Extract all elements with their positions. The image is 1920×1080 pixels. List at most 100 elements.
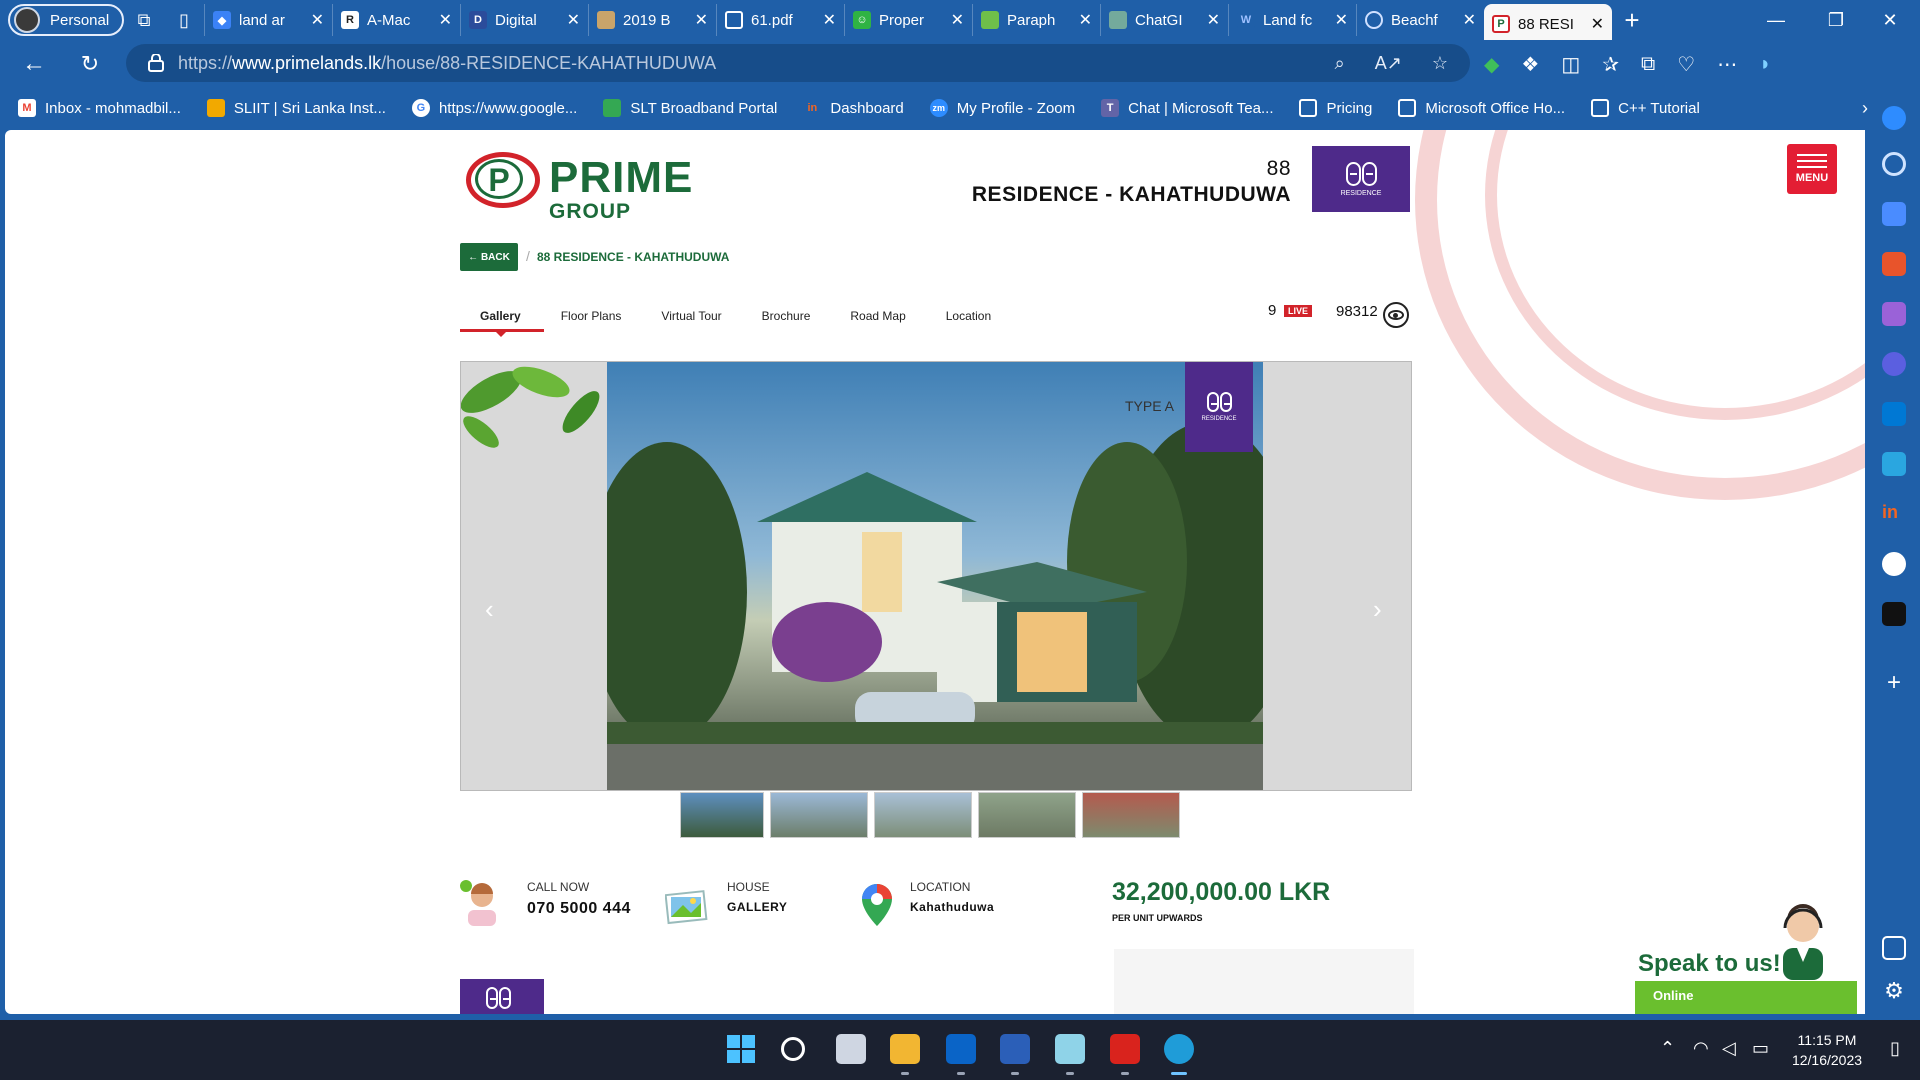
extensions-icon[interactable]: ❖: [1521, 52, 1539, 77]
tab-brochure[interactable]: Brochure: [742, 298, 831, 334]
bookmark-item[interactable]: M Inbox - mohmadbil...: [18, 99, 181, 117]
browser-tab[interactable]: ◆ land ar ✕: [204, 4, 332, 36]
browser-tab[interactable]: 2019 B ✕: [588, 4, 716, 36]
wifi-icon[interactable]: ◠: [1693, 1038, 1709, 1059]
bookmark-item[interactable]: Microsoft Office Ho...: [1398, 99, 1565, 117]
tab-road-map[interactable]: Road Map: [830, 298, 925, 334]
system-clock[interactable]: 11:15 PM 12/16/2023: [1782, 1030, 1872, 1070]
browser-tab[interactable]: R A-Mac ✕: [332, 4, 460, 36]
word-icon[interactable]: [1000, 1034, 1030, 1064]
back-arrow-icon[interactable]: ←: [12, 44, 56, 84]
chat-status[interactable]: Online: [1635, 981, 1857, 1014]
browser-tab[interactable]: Beachf ✕: [1356, 4, 1484, 36]
next-slide-icon[interactable]: ›: [1373, 594, 1382, 625]
task-view-icon[interactable]: [836, 1034, 866, 1064]
bookmark-item[interactable]: zm My Profile - Zoom: [929, 99, 1075, 117]
chat-title[interactable]: Speak to us!: [1638, 950, 1781, 978]
house-gallery-block[interactable]: HOUSE GALLERY: [727, 880, 787, 914]
in-app-icon[interactable]: in: [1882, 502, 1906, 526]
support-agent-avatar[interactable]: [1775, 904, 1831, 980]
search-icon[interactable]: [1882, 152, 1906, 176]
outlook-icon[interactable]: [946, 1034, 976, 1064]
telegram-icon[interactable]: [1882, 452, 1906, 476]
tab-actions-icon[interactable]: ▯: [164, 4, 204, 36]
notification-bell-icon[interactable]: [1882, 106, 1906, 130]
outlook-icon[interactable]: [1882, 402, 1906, 426]
back-button[interactable]: ← BACK: [460, 243, 518, 271]
chatgpt-app-icon[interactable]: [1882, 602, 1906, 626]
copilot-side-icon[interactable]: [1882, 352, 1906, 376]
minimize-icon[interactable]: —: [1746, 0, 1806, 40]
favorites-icon[interactable]: ✰: [1602, 52, 1619, 77]
collections-icon[interactable]: ⧉: [1641, 53, 1655, 76]
volume-icon[interactable]: ◁: [1722, 1038, 1736, 1059]
tab-location[interactable]: Location: [926, 298, 1011, 334]
file-explorer-icon[interactable]: [890, 1034, 920, 1064]
bookmark-item[interactable]: Ghttps://www.google...: [411, 99, 577, 117]
bookmark-item[interactable]: T Chat | Microsoft Tea...: [1101, 99, 1273, 117]
close-window-icon[interactable]: ✕: [1860, 0, 1920, 40]
restore-icon[interactable]: ❐: [1806, 0, 1866, 40]
tab-virtual-tour[interactable]: Virtual Tour: [641, 298, 741, 334]
settings-gear-icon[interactable]: ⚙: [1882, 980, 1906, 1004]
close-tab-icon[interactable]: ✕: [1591, 14, 1604, 34]
call-now-block[interactable]: CALL NOW 070 5000 444: [527, 880, 631, 918]
gallery-slider[interactable]: TYPE A RESIDENCE ‹ ›: [460, 361, 1412, 791]
close-tab-icon[interactable]: ✕: [695, 10, 708, 30]
workspaces-icon[interactable]: ⧉: [124, 4, 164, 36]
menu-button[interactable]: MENU: [1787, 144, 1837, 194]
close-tab-icon[interactable]: ✕: [951, 10, 964, 30]
tab-floor-plans[interactable]: Floor Plans: [541, 298, 642, 334]
refresh-icon[interactable]: ↻: [68, 44, 112, 84]
acrobat-icon[interactable]: [1110, 1034, 1140, 1064]
prime-group-logo[interactable]: P PRIME GROUP: [460, 152, 740, 230]
performance-icon[interactable]: ♡: [1677, 52, 1695, 77]
shopping-tag-icon[interactable]: [1882, 202, 1906, 226]
thumbnail[interactable]: [770, 792, 868, 838]
browser-tab[interactable]: ChatGI ✕: [1100, 4, 1228, 36]
close-tab-icon[interactable]: ✕: [823, 10, 836, 30]
browser-tab[interactable]: 61.pdf ✕: [716, 4, 844, 36]
thumbnail[interactable]: [978, 792, 1076, 838]
edge-icon[interactable]: [1164, 1034, 1194, 1064]
chevron-up-icon[interactable]: ⌃: [1660, 1038, 1675, 1059]
bookmark-item[interactable]: Pricing: [1299, 99, 1372, 117]
browser-tab[interactable]: D Digital ✕: [460, 4, 588, 36]
notepad-icon[interactable]: [1055, 1034, 1085, 1064]
favorite-star-icon[interactable]: ☆: [1432, 53, 1448, 74]
close-tab-icon[interactable]: ✕: [567, 10, 580, 30]
google-app-icon[interactable]: [1882, 552, 1906, 576]
bookmark-item[interactable]: in Dashboard: [803, 99, 904, 117]
browser-tab[interactable]: W Land fc ✕: [1228, 4, 1356, 36]
browser-tab[interactable]: ☺ Proper ✕: [844, 4, 972, 36]
thumbnail[interactable]: [874, 792, 972, 838]
thumbnail[interactable]: [680, 792, 764, 838]
windows-start-icon[interactable]: [726, 1034, 756, 1064]
thumbnail[interactable]: [1082, 792, 1180, 838]
more-menu-icon[interactable]: ⋯: [1717, 52, 1737, 77]
bookmark-item[interactable]: SLT Broadband Portal: [603, 99, 777, 117]
new-tab-button[interactable]: +: [1612, 5, 1652, 36]
close-tab-icon[interactable]: ✕: [311, 10, 324, 30]
shield-icon[interactable]: ◆: [1484, 52, 1499, 77]
read-aloud-icon[interactable]: A↗: [1375, 53, 1402, 74]
sidebar-toggle-icon[interactable]: [1882, 936, 1906, 960]
close-tab-icon[interactable]: ✕: [1463, 10, 1476, 30]
profile-button[interactable]: Personal: [8, 4, 124, 36]
split-screen-icon[interactable]: ◫: [1561, 52, 1580, 77]
tools-icon[interactable]: [1882, 252, 1906, 276]
close-tab-icon[interactable]: ✕: [439, 10, 452, 30]
address-bar[interactable]: https://www.primelands.lk/house/88-RESID…: [126, 44, 1470, 82]
search-icon[interactable]: [781, 1037, 805, 1061]
location-block[interactable]: LOCATION Kahathuduwa: [910, 880, 994, 914]
games-icon[interactable]: [1882, 302, 1906, 326]
bookmark-item[interactable]: C++ Tutorial: [1591, 99, 1700, 117]
browser-tab-active[interactable]: P 88 RESI ✕: [1484, 4, 1612, 44]
close-tab-icon[interactable]: ✕: [1079, 10, 1092, 30]
copilot-icon[interactable]: ◗: [1759, 53, 1771, 76]
notifications-icon[interactable]: ▯: [1890, 1038, 1900, 1059]
close-tab-icon[interactable]: ✕: [1207, 10, 1220, 30]
battery-icon[interactable]: ▭: [1752, 1038, 1769, 1059]
previous-slide-icon[interactable]: ‹: [485, 594, 494, 625]
zoom-icon[interactable]: ⌕: [1335, 53, 1345, 74]
